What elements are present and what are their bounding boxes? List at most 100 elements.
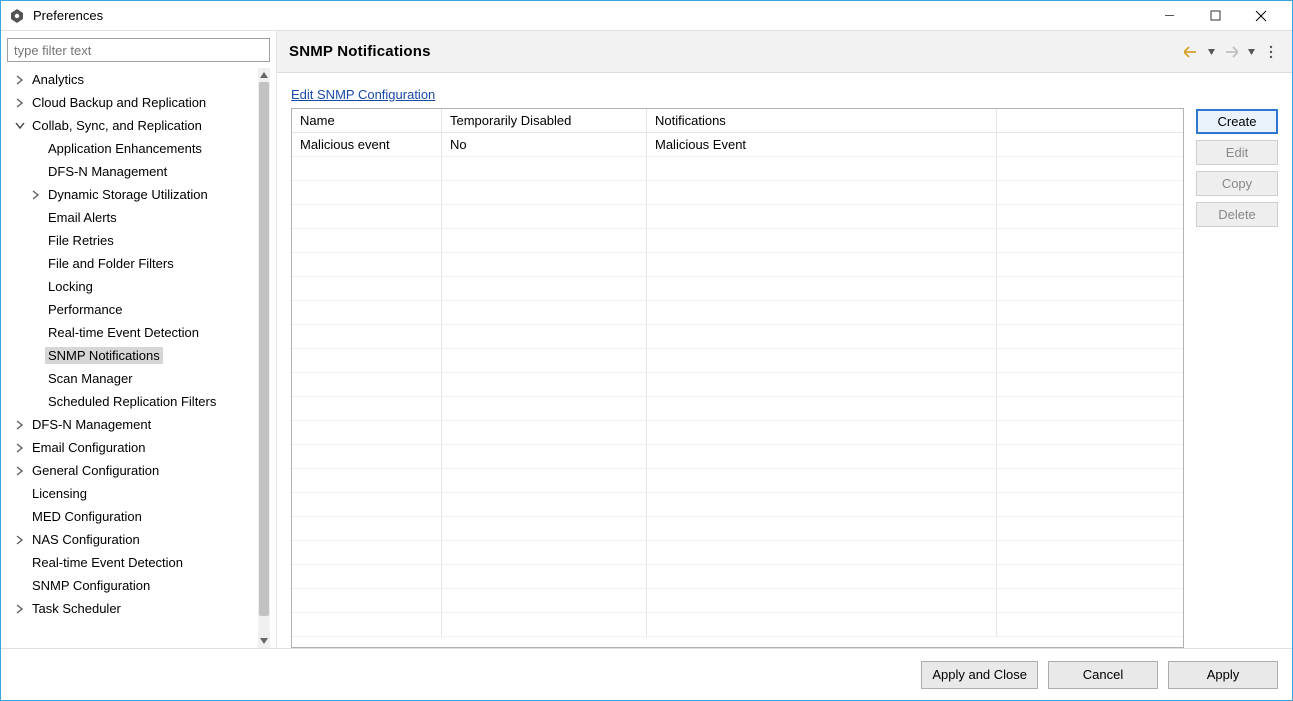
tree-item-label: Dynamic Storage Utilization: [45, 186, 211, 203]
table-cell: [997, 253, 1183, 276]
tree-item[interactable]: Scheduled Replication Filters: [7, 390, 258, 413]
tree-item[interactable]: MED Configuration: [7, 505, 258, 528]
side-buttons: Create Edit Copy Delete: [1196, 87, 1278, 648]
tree-item[interactable]: Licensing: [7, 482, 258, 505]
copy-button[interactable]: Copy: [1196, 171, 1278, 196]
table-cell: [997, 181, 1183, 204]
tree-item[interactable]: Task Scheduler: [7, 597, 258, 620]
table-cell: [647, 541, 997, 564]
tree-item-label: Real-time Event Detection: [29, 554, 186, 571]
table-cell: [997, 421, 1183, 444]
col-name[interactable]: Name: [292, 109, 442, 132]
tree-item[interactable]: General Configuration: [7, 459, 258, 482]
tree-item-label: Email Configuration: [29, 439, 148, 456]
twisty-empty: [29, 280, 43, 294]
tree-item[interactable]: Scan Manager: [7, 367, 258, 390]
tree-item[interactable]: Collab, Sync, and Replication: [7, 114, 258, 137]
table-cell: [647, 157, 997, 180]
table-cell: [292, 253, 442, 276]
tree-item[interactable]: Dynamic Storage Utilization: [7, 183, 258, 206]
tree-item[interactable]: Real-time Event Detection: [7, 551, 258, 574]
twisty-empty: [29, 142, 43, 156]
table-cell: [997, 277, 1183, 300]
table-cell: [292, 541, 442, 564]
tree-item[interactable]: File Retries: [7, 229, 258, 252]
table-row[interactable]: Malicious eventNoMalicious Event: [292, 133, 1183, 157]
button-bar: Apply and Close Cancel Apply: [1, 648, 1292, 700]
tree-item-label: Task Scheduler: [29, 600, 124, 617]
edit-button[interactable]: Edit: [1196, 140, 1278, 165]
content-panel: SNMP Notifications: [277, 31, 1292, 648]
delete-button[interactable]: Delete: [1196, 202, 1278, 227]
chevron-right-icon[interactable]: [13, 418, 27, 432]
tree-item[interactable]: Cloud Backup and Replication: [7, 91, 258, 114]
filter-input[interactable]: [7, 38, 270, 62]
table-row-empty: [292, 589, 1183, 613]
chevron-down-icon[interactable]: [13, 119, 27, 133]
titlebar: Preferences: [1, 1, 1292, 31]
scroll-down-icon[interactable]: [258, 634, 270, 648]
tree-item[interactable]: SNMP Notifications: [7, 344, 258, 367]
tree-item[interactable]: Locking: [7, 275, 258, 298]
table-cell: [997, 397, 1183, 420]
forward-icon[interactable]: [1222, 43, 1240, 61]
apply-and-close-button[interactable]: Apply and Close: [921, 661, 1038, 689]
table-row-empty: [292, 229, 1183, 253]
chevron-right-icon[interactable]: [13, 602, 27, 616]
tree-item-label: Licensing: [29, 485, 90, 502]
edit-config-link[interactable]: Edit SNMP Configuration: [291, 87, 1184, 102]
tree-item[interactable]: Email Configuration: [7, 436, 258, 459]
chevron-right-icon[interactable]: [13, 441, 27, 455]
table-cell: [442, 445, 647, 468]
tree-item-label: MED Configuration: [29, 508, 145, 525]
tree-item[interactable]: Real-time Event Detection: [7, 321, 258, 344]
maximize-button[interactable]: [1192, 1, 1238, 31]
tree-item[interactable]: File and Folder Filters: [7, 252, 258, 275]
table-cell: [292, 277, 442, 300]
close-button[interactable]: [1238, 1, 1284, 31]
table-row-empty: [292, 397, 1183, 421]
tree-item[interactable]: Application Enhancements: [7, 137, 258, 160]
tree-item[interactable]: DFS-N Management: [7, 160, 258, 183]
scrollbar-thumb[interactable]: [259, 82, 269, 616]
table-cell: [442, 157, 647, 180]
col-disabled[interactable]: Temporarily Disabled: [442, 109, 647, 132]
scroll-up-icon[interactable]: [258, 68, 270, 82]
tree-item-label: File Retries: [45, 232, 117, 249]
col-notifications[interactable]: Notifications: [647, 109, 997, 132]
tree-item-label: NAS Configuration: [29, 531, 143, 548]
chevron-right-icon[interactable]: [13, 73, 27, 87]
table-row-empty: [292, 541, 1183, 565]
chevron-right-icon[interactable]: [13, 464, 27, 478]
back-dropdown-icon[interactable]: [1202, 43, 1220, 61]
tree-item[interactable]: Email Alerts: [7, 206, 258, 229]
tree-item[interactable]: SNMP Configuration: [7, 574, 258, 597]
apply-button[interactable]: Apply: [1168, 661, 1278, 689]
table-cell: [292, 613, 442, 636]
col-extra[interactable]: [997, 109, 1183, 132]
table-row-empty: [292, 373, 1183, 397]
forward-dropdown-icon[interactable]: [1242, 43, 1260, 61]
table-cell: [647, 469, 997, 492]
notifications-table[interactable]: Name Temporarily Disabled Notifications …: [291, 108, 1184, 648]
twisty-empty: [29, 211, 43, 225]
tree-item[interactable]: NAS Configuration: [7, 528, 258, 551]
table-cell: [997, 445, 1183, 468]
table-cell: [292, 181, 442, 204]
chevron-right-icon[interactable]: [29, 188, 43, 202]
scrollbar[interactable]: [258, 68, 270, 648]
minimize-button[interactable]: [1146, 1, 1192, 31]
page-header: SNMP Notifications: [277, 31, 1292, 73]
table-cell: [442, 301, 647, 324]
back-icon[interactable]: [1182, 43, 1200, 61]
cancel-button[interactable]: Cancel: [1048, 661, 1158, 689]
chevron-right-icon[interactable]: [13, 533, 27, 547]
menu-icon[interactable]: [1262, 43, 1280, 61]
tree-item-label: Locking: [45, 278, 96, 295]
create-button[interactable]: Create: [1196, 109, 1278, 134]
tree-item[interactable]: DFS-N Management: [7, 413, 258, 436]
chevron-right-icon[interactable]: [13, 96, 27, 110]
tree-item[interactable]: Performance: [7, 298, 258, 321]
table-cell: [997, 373, 1183, 396]
tree-item[interactable]: Analytics: [7, 68, 258, 91]
